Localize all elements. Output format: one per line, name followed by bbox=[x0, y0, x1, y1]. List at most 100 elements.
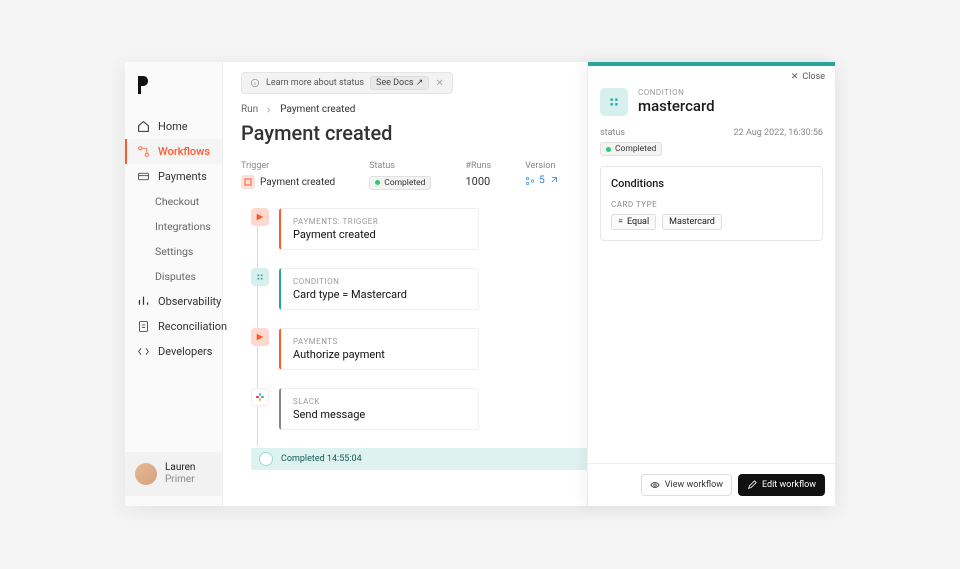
step-name: Card type = Mastercard bbox=[293, 288, 466, 301]
logo bbox=[135, 76, 149, 96]
pencil-icon bbox=[747, 480, 757, 490]
detail-meta: status Completed 22 Aug 2022, 16:30:56 bbox=[588, 128, 835, 166]
view-workflow-button[interactable]: View workflow bbox=[641, 474, 732, 496]
trigger-value: Payment created bbox=[260, 177, 335, 188]
app-window: Home Workflows Payments Checkout Integra… bbox=[125, 62, 835, 506]
nav-reconciliation[interactable]: Reconciliation bbox=[125, 314, 222, 339]
avatar bbox=[135, 463, 157, 485]
step-kicker: PAYMENTS bbox=[293, 337, 466, 346]
field-label: CARD TYPE bbox=[611, 200, 812, 209]
nav-label: Workflows bbox=[158, 145, 210, 158]
close-icon: ✕ bbox=[791, 72, 799, 82]
meta-version: Version 5 bbox=[525, 161, 558, 190]
nav-label: Checkout bbox=[155, 195, 199, 208]
detail-status-value: Completed bbox=[615, 144, 656, 154]
step-card: PAYMENTS Authorize payment bbox=[279, 328, 479, 370]
nav-integrations[interactable]: Integrations bbox=[125, 214, 222, 239]
banner-link[interactable]: See Docs ↗ bbox=[370, 76, 429, 90]
meta-label: Status bbox=[369, 161, 431, 171]
user-block[interactable]: Lauren Primer bbox=[125, 452, 222, 496]
nav-label: Developers bbox=[158, 345, 212, 358]
operator-chip[interactable]: = Equal bbox=[611, 214, 656, 230]
reconciliation-icon bbox=[137, 320, 150, 333]
crumb-run[interactable]: Run bbox=[241, 104, 258, 115]
condition-icon bbox=[600, 88, 628, 116]
detail-timestamp: 22 Aug 2022, 16:30:56 bbox=[734, 128, 823, 156]
branch-icon bbox=[525, 176, 535, 186]
step-name: Authorize payment bbox=[293, 348, 466, 361]
meta-label: #Runs bbox=[465, 161, 491, 171]
meta-label: Version bbox=[525, 161, 558, 171]
detail-title: mastercard bbox=[638, 97, 715, 115]
nav-home[interactable]: Home bbox=[125, 114, 222, 139]
meta-runs: #Runs 1000 bbox=[465, 161, 491, 190]
operator-value: Equal bbox=[627, 217, 649, 227]
nav-observability[interactable]: Observability bbox=[125, 289, 222, 314]
status-dot-icon bbox=[375, 180, 380, 185]
edit-workflow-button[interactable]: Edit workflow bbox=[738, 474, 825, 496]
status-value: Completed bbox=[384, 178, 425, 188]
nav-disputes[interactable]: Disputes bbox=[125, 264, 222, 289]
payments-icon bbox=[137, 170, 150, 183]
close-label: Close bbox=[802, 72, 825, 82]
eye-icon bbox=[650, 480, 660, 490]
btn-label: Edit workflow bbox=[762, 480, 816, 490]
home-icon bbox=[137, 120, 150, 133]
step-card: CONDITION Card type = Mastercard bbox=[279, 268, 479, 310]
step-card: SLACK Send message bbox=[279, 388, 479, 430]
slack-step-icon bbox=[251, 388, 269, 406]
nav-label: Observability bbox=[158, 295, 221, 308]
step-card: PAYMENTS: TRIGGER Payment created bbox=[279, 208, 479, 250]
nav-workflows[interactable]: Workflows bbox=[125, 139, 222, 164]
trigger-chip: Payment created bbox=[241, 175, 335, 189]
nav-checkout[interactable]: Checkout bbox=[125, 189, 222, 214]
external-link-icon bbox=[549, 176, 558, 185]
chevron-right-icon bbox=[266, 107, 272, 113]
workflows-icon bbox=[137, 145, 150, 158]
developers-icon bbox=[137, 345, 150, 358]
info-icon bbox=[250, 78, 260, 88]
nav-label: Home bbox=[158, 120, 188, 133]
version-chip[interactable]: 5 bbox=[525, 175, 558, 186]
condition-field: CARD TYPE = Equal Mastercard bbox=[611, 200, 812, 230]
nav-settings[interactable]: Settings bbox=[125, 239, 222, 264]
nav-label: Integrations bbox=[155, 220, 211, 233]
nav-developers[interactable]: Developers bbox=[125, 339, 222, 364]
status-dot-icon bbox=[606, 147, 611, 152]
crumb-title: Payment created bbox=[280, 104, 355, 115]
btn-label: View workflow bbox=[665, 480, 723, 490]
sidebar: Home Workflows Payments Checkout Integra… bbox=[125, 62, 223, 506]
condition-step-icon bbox=[251, 268, 269, 286]
payments-step-icon bbox=[251, 208, 269, 226]
banner-text: Learn more about status bbox=[266, 78, 364, 88]
nav-payments[interactable]: Payments bbox=[125, 164, 222, 189]
runs-value: 1000 bbox=[465, 175, 491, 188]
conditions-title: Conditions bbox=[611, 177, 812, 190]
meta-trigger: Trigger Payment created bbox=[241, 161, 335, 190]
step-kicker: PAYMENTS: TRIGGER bbox=[293, 217, 466, 226]
version-value: 5 bbox=[539, 175, 545, 186]
info-banner: Learn more about status See Docs ↗ ✕ bbox=[241, 72, 453, 94]
user-info: Lauren Primer bbox=[165, 462, 195, 486]
status-chip: Completed bbox=[369, 176, 431, 190]
user-name: Lauren bbox=[165, 462, 195, 474]
banner-close-icon[interactable]: ✕ bbox=[435, 78, 443, 89]
step-name: Payment created bbox=[293, 228, 466, 241]
payments-step-icon bbox=[251, 328, 269, 346]
completion-text: Completed 14:55:04 bbox=[281, 454, 362, 464]
condition-value[interactable]: Mastercard bbox=[662, 214, 722, 230]
nav-label: Reconciliation bbox=[158, 320, 227, 333]
detail-footer: View workflow Edit workflow bbox=[588, 463, 835, 506]
step-kicker: SLACK bbox=[293, 397, 466, 406]
observability-icon bbox=[137, 295, 150, 308]
close-button[interactable]: ✕ Close bbox=[791, 72, 825, 82]
end-dot-icon bbox=[259, 452, 273, 466]
detail-kicker: CONDITION bbox=[638, 88, 715, 97]
step-kicker: CONDITION bbox=[293, 277, 466, 286]
nav-label: Payments bbox=[158, 170, 207, 183]
nav-label: Disputes bbox=[155, 270, 196, 283]
meta-label: Trigger bbox=[241, 161, 335, 171]
trigger-icon bbox=[241, 175, 255, 189]
nav-label: Settings bbox=[155, 245, 193, 258]
step-name: Send message bbox=[293, 408, 466, 421]
